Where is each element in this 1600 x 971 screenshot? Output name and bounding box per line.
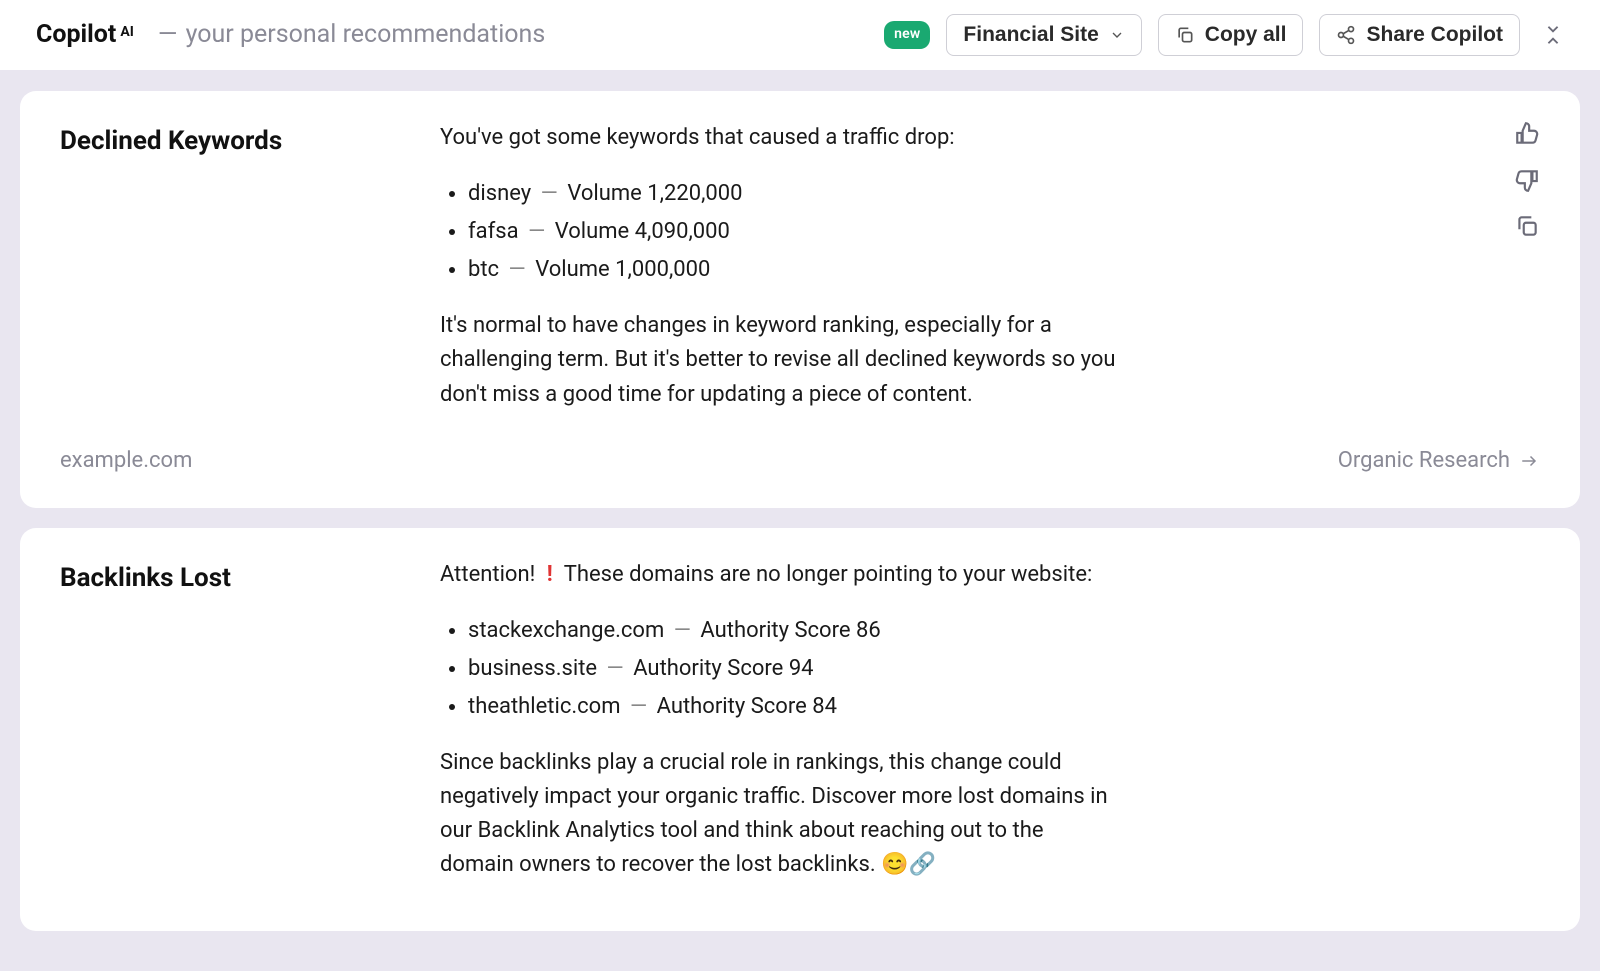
link-label: Organic Research (1338, 444, 1510, 478)
keyword-list: disney — Volume 1,220,000 fafsa — Volume… (440, 177, 1120, 287)
list-item: disney — Volume 1,220,000 (468, 177, 1120, 211)
list-item: fafsa — Volume 4,090,000 (468, 215, 1120, 249)
organic-research-link[interactable]: Organic Research (1338, 444, 1540, 478)
domain-name: business.site (468, 656, 597, 681)
domain-name: stackexchange.com (468, 618, 664, 643)
copy-all-label: Copy all (1205, 23, 1287, 47)
copy-icon (1175, 25, 1195, 45)
share-label: Share Copilot (1366, 23, 1503, 47)
copy-button[interactable] (1514, 213, 1540, 239)
content-area: Declined Keywords You've got some keywor… (0, 71, 1600, 971)
metric-label: Volume (567, 181, 642, 206)
list-item: btc — Volume 1,000,000 (468, 253, 1120, 287)
metric-value: 4,090,000 (635, 219, 730, 244)
keyword-name: disney (468, 181, 531, 206)
brand-name: Copilot (36, 16, 116, 55)
intro-pre: Attention! (440, 562, 535, 587)
header-bar: CopilotAI — your personal recommendation… (0, 0, 1600, 71)
keyword-name: btc (468, 257, 499, 282)
metric-value: 94 (789, 656, 814, 681)
card-declined-keywords: Declined Keywords You've got some keywor… (20, 91, 1580, 508)
card-backlinks-lost: Backlinks Lost Attention! ! These domain… (20, 528, 1580, 931)
share-icon (1336, 25, 1356, 45)
card-title: Declined Keywords (60, 121, 430, 161)
list-item: business.site — Authority Score 94 (468, 652, 1120, 686)
card-body-text: Since backlinks play a crucial role in r… (440, 746, 1120, 882)
card-body-text: It's normal to have changes in keyword r… (440, 309, 1120, 411)
copy-icon (1514, 213, 1540, 239)
metric-label: Volume (535, 257, 610, 282)
intro-post: These domains are no longer pointing to … (564, 562, 1093, 587)
card-title: Backlinks Lost (60, 558, 430, 598)
card-intro: Attention! ! These domains are no longer… (440, 558, 1120, 592)
keyword-name: fafsa (468, 219, 519, 244)
backlink-list: stackexchange.com — Authority Score 86 b… (440, 614, 1120, 724)
thumbs-up-button[interactable] (1514, 121, 1540, 147)
domain-label: example.com (60, 444, 192, 478)
card-actions (1460, 558, 1540, 901)
metric-value: 1,220,000 (647, 181, 742, 206)
site-select[interactable]: Financial Site (946, 14, 1141, 56)
collapse-icon (1542, 24, 1564, 46)
metric-label: Authority Score (657, 694, 807, 719)
thumbs-down-button[interactable] (1514, 167, 1540, 193)
card-intro: You've got some keywords that caused a t… (440, 121, 1120, 155)
metric-value: 86 (856, 618, 881, 643)
subtitle-text: your personal recommendations (186, 20, 546, 49)
metric-value: 1,000,000 (615, 257, 710, 282)
copy-all-button[interactable]: Copy all (1158, 14, 1304, 56)
card-text: Attention! ! These domains are no longer… (440, 558, 1120, 901)
collapse-button[interactable] (1542, 24, 1564, 46)
metric-label: Authority Score (633, 656, 783, 681)
metric-label: Volume (555, 219, 630, 244)
chevron-down-icon (1109, 27, 1125, 43)
card-actions (1460, 121, 1540, 430)
list-item: stackexchange.com — Authority Score 86 (468, 614, 1120, 648)
exclamation-icon: ! (547, 562, 553, 587)
new-badge: new (884, 21, 930, 49)
subtitle: — your personal recommendations (150, 16, 545, 55)
brand-sup: AI (120, 22, 134, 44)
thumbs-down-icon (1514, 167, 1540, 193)
metric-label: Authority Score (700, 618, 850, 643)
share-button[interactable]: Share Copilot (1319, 14, 1520, 56)
domain-name: theathletic.com (468, 694, 621, 719)
thumbs-up-icon (1514, 121, 1540, 147)
site-select-label: Financial Site (963, 23, 1098, 47)
brand: CopilotAI (36, 16, 134, 55)
card-text: You've got some keywords that caused a t… (440, 121, 1120, 430)
list-item: theathletic.com — Authority Score 84 (468, 690, 1120, 724)
metric-value: 84 (812, 694, 837, 719)
arrow-right-icon (1518, 452, 1540, 470)
